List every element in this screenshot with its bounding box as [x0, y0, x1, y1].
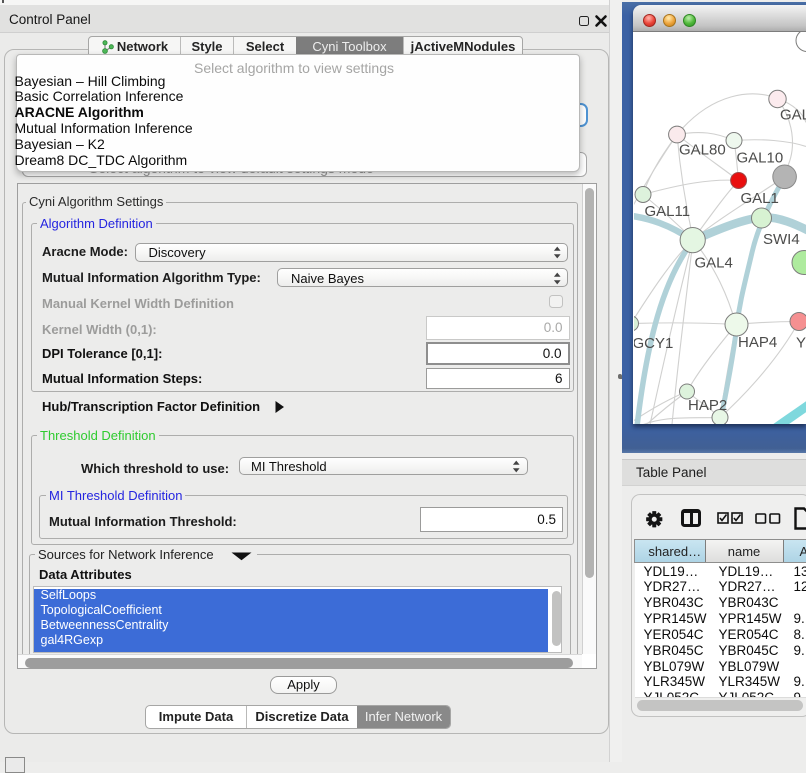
- svg-text:GAL1: GAL1: [741, 190, 779, 207]
- svg-text:GAL11: GAL11: [645, 203, 691, 220]
- svg-text:HAP4: HAP4: [738, 334, 777, 351]
- svg-text:HAP2: HAP2: [688, 397, 727, 414]
- svg-text:SWI4: SWI4: [763, 231, 800, 248]
- svg-text:GAL80: GAL80: [679, 141, 726, 158]
- svg-text:GCY1: GCY1: [634, 335, 673, 352]
- svg-text:Y: Y: [796, 334, 806, 351]
- svg-text:GAL2: GAL2: [780, 106, 806, 123]
- svg-text:GAL10: GAL10: [737, 149, 784, 166]
- svg-text:GAL4: GAL4: [695, 254, 733, 271]
